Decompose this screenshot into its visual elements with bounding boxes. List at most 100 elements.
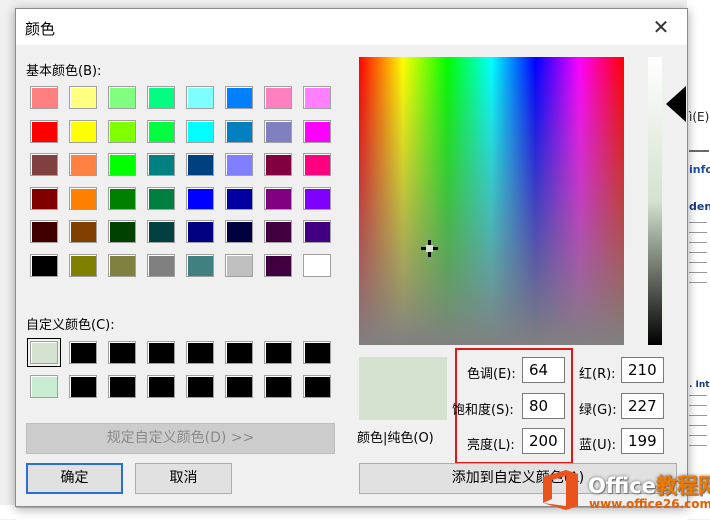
green-input[interactable]: 227 bbox=[621, 393, 664, 419]
basic-color-swatch[interactable] bbox=[108, 186, 136, 210]
basic-color-swatch[interactable] bbox=[108, 86, 136, 109]
basic-color-swatch[interactable] bbox=[303, 186, 331, 210]
red-input[interactable]: 210 bbox=[621, 357, 664, 383]
custom-color-swatch[interactable] bbox=[186, 375, 214, 398]
custom-color-swatch[interactable] bbox=[27, 338, 61, 367]
basic-color-swatch[interactable] bbox=[69, 220, 97, 243]
saturation-label: 饱和度(S): bbox=[452, 403, 514, 418]
basic-color-swatch[interactable] bbox=[264, 253, 292, 277]
background-heading: infor bbox=[689, 163, 710, 176]
custom-color-swatch[interactable] bbox=[303, 341, 331, 364]
basic-color-swatch[interactable] bbox=[225, 86, 253, 109]
basic-color-swatch[interactable] bbox=[225, 253, 253, 277]
basic-color-swatch[interactable] bbox=[225, 153, 253, 176]
basic-color-swatch[interactable] bbox=[303, 253, 331, 277]
basic-color-swatch[interactable] bbox=[303, 153, 331, 176]
basic-color-swatch[interactable] bbox=[108, 220, 136, 243]
basic-color-swatch[interactable] bbox=[147, 220, 175, 243]
custom-color-swatch[interactable] bbox=[264, 375, 292, 398]
custom-color-swatch[interactable] bbox=[225, 375, 253, 398]
basic-color-swatch[interactable] bbox=[186, 153, 214, 176]
background-text-line bbox=[689, 232, 707, 233]
background-text-line bbox=[689, 435, 707, 436]
background-text-line bbox=[689, 222, 707, 223]
color-solid-label: 颜色|纯色(O) bbox=[357, 431, 434, 446]
custom-color-swatch[interactable] bbox=[303, 375, 331, 398]
color-preview bbox=[359, 357, 447, 420]
define-custom-colors-button[interactable]: 规定自定义颜色(D) >> bbox=[26, 423, 335, 454]
basic-color-swatch[interactable] bbox=[30, 253, 58, 277]
basic-color-swatch[interactable] bbox=[69, 119, 97, 143]
custom-color-swatch[interactable] bbox=[30, 375, 58, 398]
custom-color-swatch[interactable] bbox=[69, 341, 97, 364]
color-spectrum[interactable] bbox=[359, 57, 624, 345]
background-text-line bbox=[689, 272, 707, 273]
dialog-title: 颜色 bbox=[25, 20, 56, 38]
background-area bbox=[0, 505, 16, 519]
custom-color-swatch[interactable] bbox=[225, 341, 253, 364]
basic-color-swatch[interactable] bbox=[264, 220, 292, 243]
basic-color-swatch[interactable] bbox=[186, 220, 214, 243]
basic-color-swatch[interactable] bbox=[147, 253, 175, 277]
basic-color-swatch[interactable] bbox=[186, 86, 214, 109]
basic-color-swatch[interactable] bbox=[30, 119, 58, 143]
basic-color-swatch[interactable] bbox=[225, 186, 253, 210]
red-label: 红(R): bbox=[579, 367, 616, 382]
background-text-line bbox=[689, 395, 707, 396]
basic-color-swatch[interactable] bbox=[69, 253, 97, 277]
custom-color-swatch[interactable] bbox=[264, 341, 292, 364]
custom-color-swatch[interactable] bbox=[186, 341, 214, 364]
basic-color-swatch[interactable] bbox=[264, 119, 292, 143]
basic-color-swatch[interactable] bbox=[30, 153, 58, 176]
background-text-line bbox=[689, 405, 707, 406]
custom-color-swatch[interactable] bbox=[69, 375, 97, 398]
hue-label: 色调(E): bbox=[467, 367, 516, 382]
close-icon[interactable]: ✕ bbox=[641, 12, 681, 42]
basic-color-swatch[interactable] bbox=[186, 253, 214, 277]
custom-colors-label: 自定义颜色(C): bbox=[26, 318, 115, 333]
luminance-label: 亮度(L): bbox=[467, 438, 515, 453]
basic-color-swatch[interactable] bbox=[147, 186, 175, 210]
background-text-line bbox=[689, 242, 707, 243]
blue-input[interactable]: 199 bbox=[621, 428, 664, 454]
custom-color-swatch[interactable] bbox=[147, 375, 175, 398]
custom-color-swatch[interactable] bbox=[108, 375, 136, 398]
background-text-line bbox=[689, 415, 707, 416]
basic-color-swatch[interactable] bbox=[303, 119, 331, 143]
basic-color-swatch[interactable] bbox=[108, 119, 136, 143]
basic-color-swatch[interactable] bbox=[30, 86, 58, 109]
basic-color-swatch[interactable] bbox=[303, 86, 331, 109]
basic-color-swatch[interactable] bbox=[264, 153, 292, 176]
custom-color-swatch[interactable] bbox=[147, 341, 175, 364]
basic-color-swatch[interactable] bbox=[225, 119, 253, 143]
basic-color-swatch[interactable] bbox=[108, 253, 136, 277]
basic-color-swatch[interactable] bbox=[147, 153, 175, 176]
basic-color-swatch[interactable] bbox=[225, 220, 253, 243]
basic-color-swatch[interactable] bbox=[147, 86, 175, 109]
basic-color-swatch[interactable] bbox=[30, 220, 58, 243]
background-text-line bbox=[689, 252, 707, 253]
luminance-slider-arrow-icon[interactable] bbox=[666, 86, 686, 122]
saturation-input[interactable]: 80 bbox=[522, 393, 565, 419]
basic-color-swatch[interactable] bbox=[303, 220, 331, 243]
background-rule bbox=[689, 150, 709, 152]
basic-color-swatch[interactable] bbox=[186, 119, 214, 143]
basic-color-swatch[interactable] bbox=[264, 186, 292, 210]
basic-color-swatch[interactable] bbox=[69, 153, 97, 176]
luminance-bar[interactable] bbox=[648, 57, 662, 345]
office-logo-icon bbox=[543, 470, 578, 510]
title-bar: 颜色 ✕ bbox=[16, 9, 687, 45]
custom-color-swatch[interactable] bbox=[108, 341, 136, 364]
luminance-input[interactable]: 200 bbox=[522, 428, 565, 454]
basic-color-swatch[interactable] bbox=[147, 119, 175, 143]
ok-button[interactable]: 确定 bbox=[26, 463, 123, 494]
basic-color-swatch[interactable] bbox=[69, 86, 97, 109]
crosshair-icon[interactable] bbox=[421, 240, 438, 257]
basic-color-swatch[interactable] bbox=[264, 86, 292, 109]
basic-color-swatch[interactable] bbox=[108, 153, 136, 176]
basic-color-swatch[interactable] bbox=[30, 186, 58, 210]
basic-color-swatch[interactable] bbox=[69, 186, 97, 210]
hue-input[interactable]: 64 bbox=[522, 357, 565, 383]
cancel-button[interactable]: 取消 bbox=[135, 463, 232, 494]
basic-color-swatch[interactable] bbox=[186, 186, 214, 210]
